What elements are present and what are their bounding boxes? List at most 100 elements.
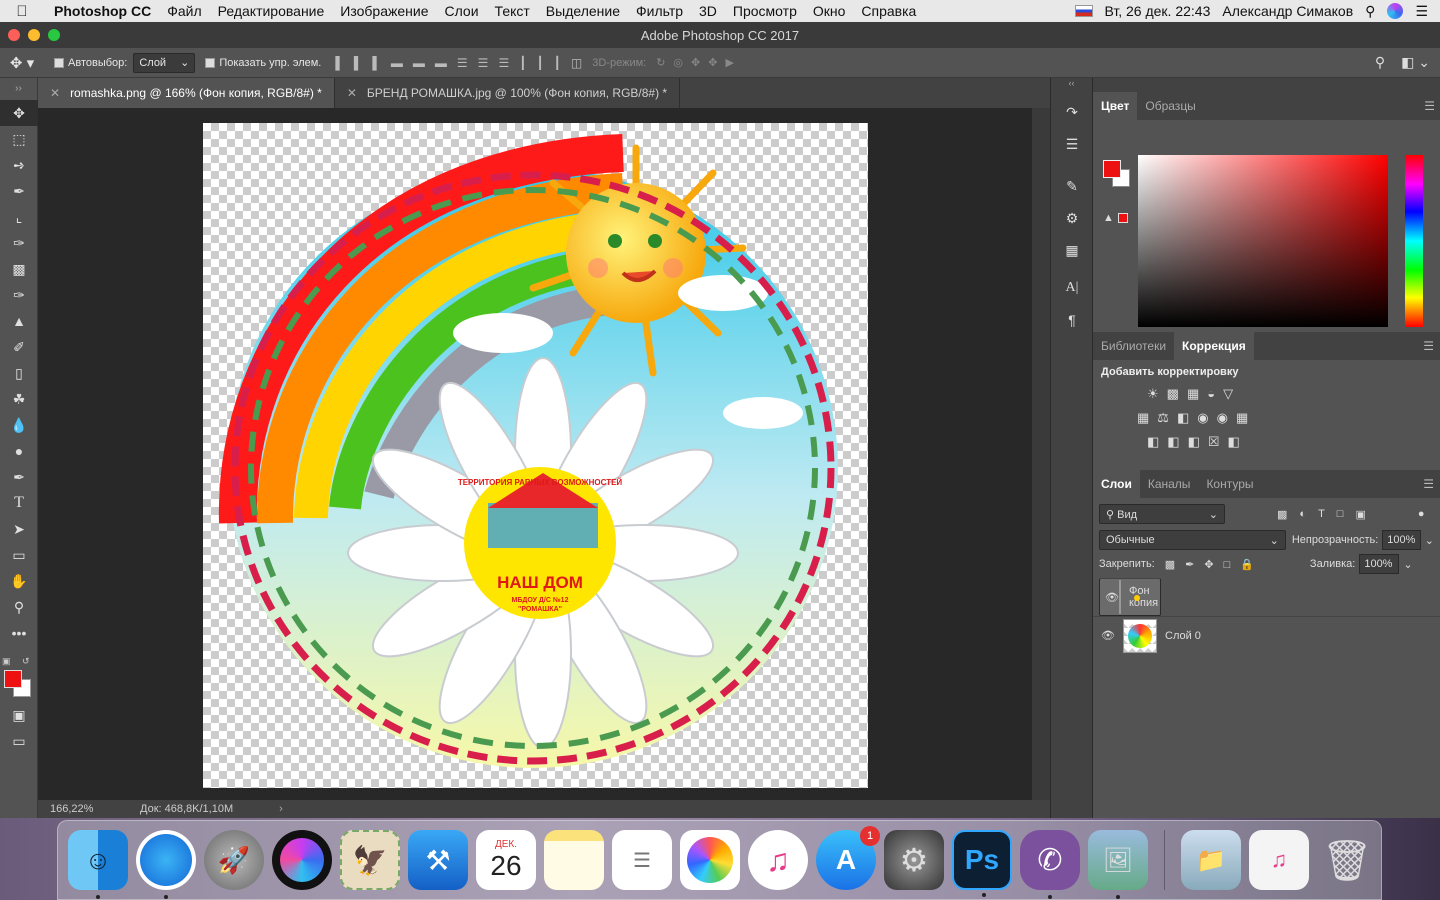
eye-icon[interactable]: 👁	[1105, 591, 1119, 604]
lasso-tool-icon[interactable]: ➺	[0, 152, 38, 178]
launchpad-icon[interactable]: 🚀	[204, 830, 264, 890]
more-tools-icon[interactable]: •••	[0, 620, 38, 646]
menu-layers[interactable]: Слои	[437, 3, 487, 19]
menu-view[interactable]: Просмотр	[725, 3, 805, 19]
itunes-icon[interactable]: ♫	[748, 830, 808, 890]
layer-row[interactable]: 👁 Фон копия	[1099, 578, 1161, 616]
3d-mode-icons[interactable]: ↻◎✥✥▶	[656, 56, 742, 69]
history-brush-tool-icon[interactable]: ✐	[0, 334, 38, 360]
dodge-tool-icon[interactable]: ●	[0, 438, 38, 464]
status-arrow-icon[interactable]: ›	[279, 803, 283, 815]
filter-toggle-icon[interactable]: ●	[1418, 508, 1425, 521]
chevron-down-icon[interactable]: ⌄	[1425, 534, 1434, 547]
distribute-left-icon[interactable]: ┃	[519, 56, 526, 70]
show-controls-checkbox[interactable]	[205, 57, 216, 68]
distribute-vcenter-icon[interactable]: ☰	[478, 56, 489, 70]
shape-tool-icon[interactable]: ▭	[0, 542, 38, 568]
foreground-color-swatch[interactable]	[4, 670, 22, 688]
menu-app[interactable]: Photoshop CC	[44, 3, 159, 19]
menu-help[interactable]: Справка	[853, 3, 924, 19]
properties-panel-icon[interactable]: ☰	[1051, 128, 1093, 160]
path-select-tool-icon[interactable]: ➤	[0, 516, 38, 542]
type-tool-icon[interactable]: T	[0, 490, 38, 516]
clone-stamp-tool-icon[interactable]: ▲	[0, 308, 38, 334]
threshold-icon[interactable]: ◧	[1188, 434, 1200, 450]
paint-bucket-tool-icon[interactable]: ☘	[0, 386, 38, 412]
finder-icon[interactable]: ☺	[68, 830, 128, 899]
align-right-icon[interactable]: ▬	[435, 56, 447, 70]
filter-pixel-icon[interactable]: ▩	[1277, 508, 1287, 521]
autoselect-checkbox[interactable]	[54, 57, 64, 68]
menu-image[interactable]: Изображение	[332, 3, 436, 19]
calendar-icon[interactable]: ДЕК. 26	[476, 830, 536, 890]
menu-edit[interactable]: Редактирование	[210, 3, 333, 19]
panel-collapse-icon[interactable]: ››	[0, 78, 37, 100]
opacity-input[interactable]: 100%	[1382, 530, 1421, 550]
paragraph-panel-icon[interactable]: ¶	[1051, 304, 1093, 336]
zoom-level[interactable]: 166,22%	[50, 803, 140, 815]
healing-brush-tool-icon[interactable]: ▩	[0, 256, 38, 282]
gamut-swatch[interactable]	[1118, 213, 1128, 223]
canvas-area[interactable]: ТЕРРИТОРИЯ РАВНЫХ ВОЗМОЖНОСТЕЙ НАШ ДОМ М…	[38, 108, 1032, 800]
menu-filter[interactable]: Фильтр	[628, 3, 691, 19]
hand-tool-icon[interactable]: ✋	[0, 568, 38, 594]
levels-icon[interactable]: ▩	[1167, 386, 1179, 402]
mail-stamp-icon[interactable]: 🦅	[340, 830, 400, 890]
color-swatches[interactable]: ▣ ↺	[0, 656, 37, 702]
tab-libraries[interactable]: Библиотеки	[1093, 332, 1174, 360]
color-balance-icon[interactable]: ⚖	[1157, 410, 1169, 426]
menu-file[interactable]: Файл	[159, 3, 209, 19]
tool-presets-icon[interactable]: ▦	[1051, 234, 1093, 266]
layer-filter-dropdown[interactable]: ⚲ Вид ⌄	[1099, 504, 1225, 524]
eraser-tool-icon[interactable]: ▯	[0, 360, 38, 386]
vibrance-icon[interactable]: ▽	[1223, 386, 1233, 402]
panel-menu-icon[interactable]: ☰	[1423, 339, 1434, 353]
selective-color-icon[interactable]: ☒	[1208, 434, 1220, 450]
fill-input[interactable]: 100%	[1359, 554, 1400, 574]
search-icon[interactable]: ⚲	[1375, 54, 1385, 71]
menu-3d[interactable]: 3D	[691, 3, 725, 19]
swap-colors-icon[interactable]: ↺	[22, 656, 30, 667]
lock-icons[interactable]: ▩✒✥□🔒	[1165, 558, 1264, 571]
black-white-icon[interactable]: ◧	[1177, 410, 1189, 426]
gradient-map-icon[interactable]: ◧	[1228, 434, 1240, 450]
distribute-right-icon[interactable]: ┃	[554, 56, 561, 70]
tab-layers[interactable]: Слои	[1093, 470, 1140, 498]
preview-icon[interactable]: 🖼	[1088, 830, 1148, 899]
zoom-window-button[interactable]	[48, 29, 60, 41]
apple-icon[interactable]: 	[0, 3, 44, 20]
tab-channels[interactable]: Каналы	[1140, 470, 1199, 498]
xcode-icon[interactable]: ⚒	[408, 830, 468, 890]
workspace-icon[interactable]: ◧ ⌄	[1401, 54, 1430, 71]
gamut-warning-icon[interactable]: ▲	[1103, 212, 1114, 224]
layer-name[interactable]: Слой 0	[1165, 630, 1201, 642]
posterize-icon[interactable]: ◧	[1167, 434, 1179, 450]
quick-select-tool-icon[interactable]: ✒	[0, 178, 38, 204]
default-colors-icon[interactable]: ▣	[2, 656, 11, 667]
zoom-tool-icon[interactable]: ⚲	[0, 594, 38, 620]
menu-window[interactable]: Окно	[805, 3, 854, 19]
siri-icon[interactable]	[1387, 3, 1404, 19]
blend-mode-dropdown[interactable]: Обычные ⌄	[1099, 530, 1286, 550]
document-stack-icon[interactable]: ♫	[1249, 830, 1309, 890]
blur-tool-icon[interactable]: 💧	[0, 412, 38, 438]
color-field[interactable]	[1138, 155, 1388, 327]
character-panel-icon[interactable]: A|	[1051, 272, 1093, 304]
menubar-clock[interactable]: Вт, 26 дек. 22:43	[1105, 3, 1211, 19]
filter-shape-icon[interactable]: □	[1337, 508, 1344, 521]
menubar-user[interactable]: Александр Симаков	[1222, 3, 1353, 19]
move-tool-preset-icon[interactable]: ✥ ▾	[0, 54, 44, 72]
notification-center-icon[interactable]: ☰	[1415, 3, 1428, 20]
invert-icon[interactable]: ◧	[1147, 434, 1159, 450]
eye-icon[interactable]: 👁	[1093, 629, 1123, 642]
menu-select[interactable]: Выделение	[538, 3, 628, 19]
filter-smart-icon[interactable]: ▣	[1355, 508, 1365, 521]
distribute-top-icon[interactable]: ☰	[457, 56, 468, 70]
document-canvas[interactable]: ТЕРРИТОРИЯ РАВНЫХ ВОЗМОЖНОСТЕЙ НАШ ДОМ М…	[203, 123, 868, 788]
tab-romashka-png[interactable]: ✕ romashka.png @ 166% (Фон копия, RGB/8#)…	[38, 78, 335, 108]
tab-adjustments[interactable]: Коррекция	[1174, 332, 1254, 360]
screen-mode-icon[interactable]: ▭	[0, 728, 38, 754]
pen-tool-icon[interactable]: ✒	[0, 464, 38, 490]
close-window-button[interactable]	[8, 29, 20, 41]
reminders-icon[interactable]: ☰	[612, 830, 672, 890]
